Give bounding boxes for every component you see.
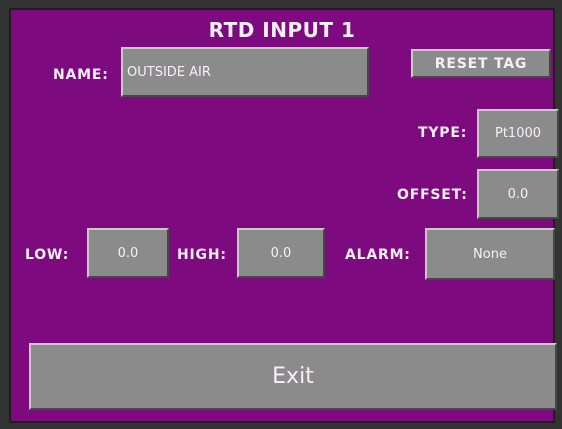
low-field[interactable]: 0.0 — [87, 228, 169, 278]
reset-tag-button[interactable]: RESET TAG — [411, 49, 551, 78]
name-field[interactable]: OUTSIDE AIR — [121, 47, 369, 97]
high-label: HIGH: — [177, 247, 227, 263]
offset-field[interactable]: 0.0 — [477, 169, 559, 219]
device-frame: RTD INPUT 1 NAME: OUTSIDE AIR RESET TAG … — [0, 0, 562, 429]
alarm-label: ALARM: — [345, 247, 411, 263]
name-label: NAME: — [53, 67, 109, 83]
page-title: RTD INPUT 1 — [208, 18, 356, 42]
type-field[interactable]: Pt1000 — [477, 109, 559, 158]
low-label: LOW: — [25, 247, 70, 263]
type-label: TYPE: — [418, 125, 468, 141]
exit-label: Exit — [272, 364, 314, 389]
rtd-input-screen: RTD INPUT 1 NAME: OUTSIDE AIR RESET TAG … — [9, 8, 559, 423]
offset-label: OFFSET: — [397, 187, 468, 203]
reset-tag-label: RESET TAG — [434, 55, 528, 72]
exit-button[interactable]: Exit — [29, 343, 557, 410]
alarm-field[interactable]: None — [425, 228, 555, 280]
high-field[interactable]: 0.0 — [237, 228, 325, 278]
